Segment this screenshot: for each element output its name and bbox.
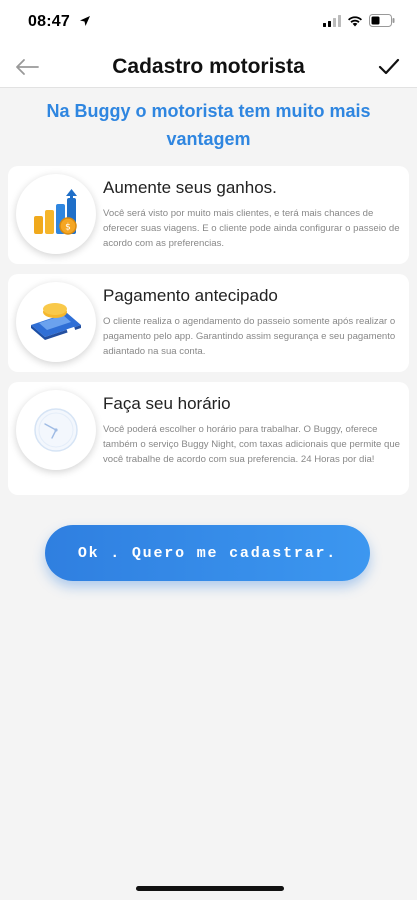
card-title: Aumente seus ganhos. bbox=[103, 178, 277, 197]
benefit-card: $ Aumente seus ganhos. Você será visto p… bbox=[8, 166, 409, 264]
register-button[interactable]: Ok . Quero me cadastrar. bbox=[45, 525, 370, 581]
checkmark-icon[interactable] bbox=[375, 54, 403, 80]
svg-text:$: $ bbox=[65, 223, 71, 233]
home-indicator bbox=[136, 886, 284, 891]
status-time: 08:47 bbox=[28, 13, 70, 30]
status-bar: 08:47 bbox=[0, 0, 417, 46]
card-text: Você será visto por muito mais clientes,… bbox=[103, 208, 400, 249]
benefit-card: Faça seu horário Você poderá escolher o … bbox=[8, 382, 409, 495]
headline: Na Buggy o motorista tem muito mais vant… bbox=[46, 101, 371, 149]
nav-bar: Cadastro motorista bbox=[0, 46, 417, 88]
status-icons bbox=[323, 14, 395, 32]
signal-icon bbox=[323, 14, 341, 32]
card-text: Você poderá escolher o horário para trab… bbox=[103, 424, 401, 465]
card-title: Faça seu horário bbox=[103, 394, 231, 413]
page-title: Cadastro motorista bbox=[112, 55, 305, 78]
card-title: Pagamento antecipado bbox=[103, 286, 278, 305]
location-arrow-icon bbox=[79, 14, 91, 32]
payment-card-icon bbox=[16, 282, 96, 362]
battery-icon bbox=[369, 14, 395, 32]
coins-growth-icon: $ bbox=[16, 174, 96, 254]
benefit-card: Pagamento antecipado O cliente realiza o… bbox=[8, 274, 409, 372]
card-text: O cliente realiza o agendamento do passe… bbox=[103, 316, 396, 357]
wifi-icon bbox=[347, 14, 363, 32]
clock-icon bbox=[16, 390, 96, 470]
